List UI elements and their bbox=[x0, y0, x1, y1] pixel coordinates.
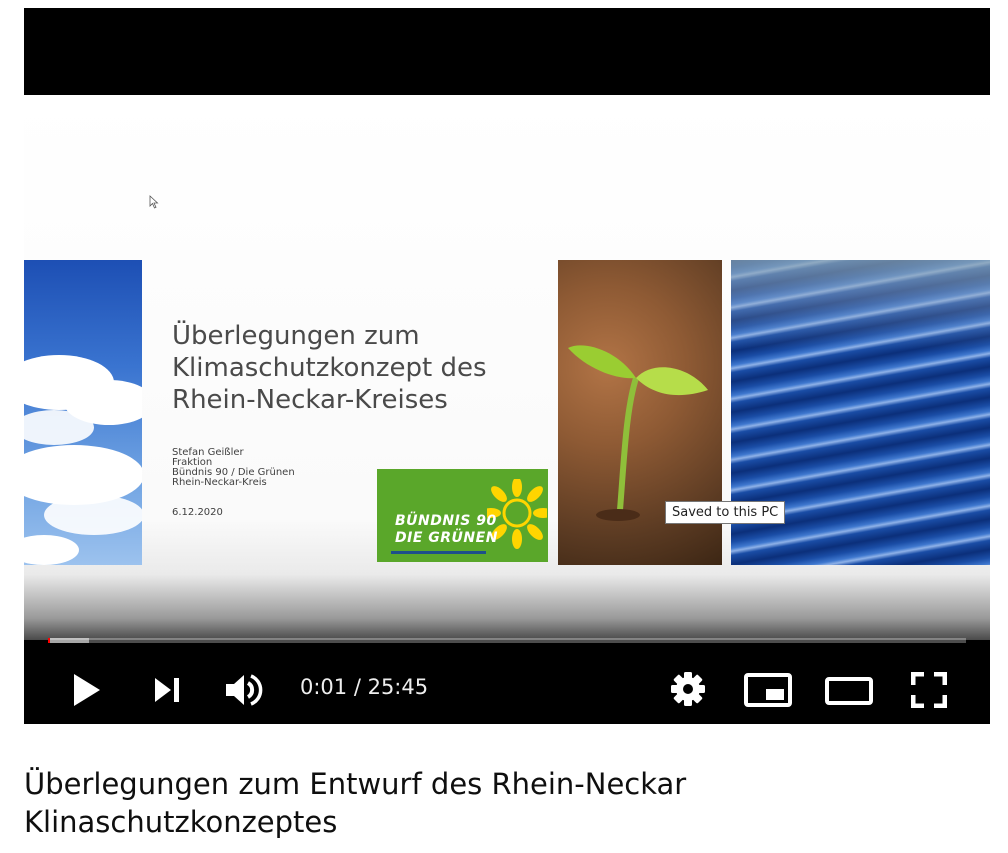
sky-image bbox=[24, 260, 142, 565]
party-logo: BÜNDNIS 90 DIE GRÜNEN bbox=[377, 469, 548, 562]
play-icon[interactable] bbox=[72, 673, 102, 707]
video-frame[interactable]: Überlegungen zum Klimaschutzkonzept des … bbox=[24, 95, 990, 640]
logo-underline bbox=[391, 551, 486, 554]
video-player[interactable]: Überlegungen zum Klimaschutzkonzept des … bbox=[24, 8, 990, 724]
time-display: 0:01 / 25:45 bbox=[300, 675, 429, 699]
slide-author-block: Stefan Geißler Fraktion Bündnis 90 / Die… bbox=[172, 448, 295, 488]
next-icon[interactable] bbox=[154, 677, 180, 703]
slide-date: 6.12.2020 bbox=[172, 507, 223, 518]
gear-icon[interactable] bbox=[671, 672, 705, 706]
progress-loaded bbox=[48, 638, 89, 643]
logo-wordmark: BÜNDNIS 90 DIE GRÜNEN bbox=[395, 513, 498, 547]
volume-icon[interactable] bbox=[225, 672, 265, 708]
slide-title: Überlegungen zum Klimaschutzkonzept des … bbox=[172, 321, 487, 415]
fullscreen-icon[interactable] bbox=[911, 672, 947, 708]
miniplayer-icon[interactable] bbox=[744, 673, 792, 707]
logo-line-2: DIE GRÜNEN bbox=[395, 530, 498, 546]
player-controls: 0:01 / 25:45 bbox=[24, 653, 990, 723]
progress-bar[interactable] bbox=[48, 638, 966, 643]
author-region: Rhein-Neckar-Kreis bbox=[172, 477, 267, 488]
saved-tooltip: Saved to this PC bbox=[665, 501, 786, 524]
progress-played bbox=[48, 638, 50, 643]
logo-line-1: BÜNDNIS 90 bbox=[395, 513, 497, 529]
mouse-cursor-icon bbox=[149, 195, 159, 209]
theater-mode-icon[interactable] bbox=[825, 677, 873, 705]
video-title: Überlegungen zum Entwurf des Rhein-Necka… bbox=[24, 767, 687, 839]
